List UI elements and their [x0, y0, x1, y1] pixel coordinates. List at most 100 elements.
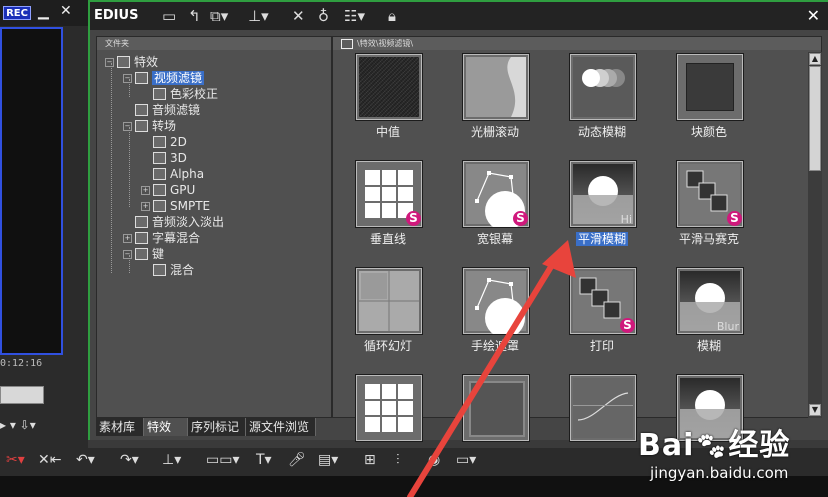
- new-folder-icon[interactable]: ▭: [162, 7, 176, 25]
- tab[interactable]: 序列标记: [188, 418, 246, 436]
- folder-icon: [135, 119, 148, 132]
- tree-item[interactable]: + SMPTE: [141, 198, 210, 214]
- watermark-brand-cn: 经验: [728, 428, 791, 463]
- folder-icon: [153, 263, 166, 276]
- close-icon[interactable]: ✕: [60, 3, 72, 19]
- render-icon[interactable]: ▤▾: [318, 452, 338, 468]
- tree-item-label: 色彩校正: [170, 87, 219, 101]
- tab[interactable]: 源文件浏览: [246, 418, 316, 436]
- watermark-url: jingyan.baidu.com: [650, 464, 789, 482]
- effect-thumbnail[interactable]: Hi: [569, 160, 637, 228]
- cut-icon[interactable]: ✂▾: [6, 452, 25, 468]
- effect-label[interactable]: 动态模糊: [547, 123, 657, 140]
- player-controls-icon[interactable]: ▸ ▾ ⇩▾: [0, 418, 36, 432]
- tree-item-label: GPU: [170, 183, 196, 197]
- folder-icon: [153, 183, 166, 196]
- undo-icon[interactable]: ↶▾: [76, 452, 95, 468]
- tree-item-label: SMPTE: [170, 199, 211, 213]
- tree-item[interactable]: + 字幕混合: [123, 230, 200, 246]
- timecode-display: 0:12:16: [0, 358, 43, 369]
- gpu-badge-icon: S: [406, 211, 421, 226]
- player-monitor[interactable]: [0, 27, 63, 355]
- minimize-icon[interactable]: ▁: [38, 4, 49, 20]
- shuttle-slider[interactable]: [0, 386, 44, 404]
- scroll-up-icon[interactable]: ▲: [809, 53, 821, 65]
- collapse-icon[interactable]: −: [123, 122, 132, 131]
- effect-label[interactable]: 光栅滚动: [440, 123, 550, 140]
- lock-icon[interactable]: 🔒︎: [388, 7, 396, 25]
- folder-icon: [341, 39, 353, 49]
- tree-item-label: 2D: [170, 135, 187, 149]
- tree-item[interactable]: 音频淡入淡出: [123, 214, 224, 230]
- add-to-timeline-icon[interactable]: ⊥▾: [248, 7, 269, 25]
- tab[interactable]: 素材库: [96, 418, 144, 436]
- effect-thumbnail[interactable]: [355, 53, 423, 121]
- effect-label[interactable]: 中值: [333, 123, 443, 140]
- tree-item[interactable]: 音频滤镜: [123, 102, 200, 118]
- effect-thumbnail[interactable]: S: [355, 160, 423, 228]
- baidu-watermark: Bai🐾︎经验 jingyan.baidu.com: [638, 420, 790, 482]
- effects-path: \特效\视频滤镜\: [357, 39, 414, 48]
- tree-item-label: 混合: [170, 263, 195, 277]
- scroll-down-icon[interactable]: ▼: [809, 404, 821, 416]
- folder-icon: [153, 87, 166, 100]
- tree-item[interactable]: 色彩校正: [141, 86, 218, 102]
- effect-thumbnail[interactable]: S: [462, 160, 530, 228]
- insert-mode-icon[interactable]: ⊥▾: [162, 452, 181, 468]
- close-icon[interactable]: ✕: [807, 6, 820, 25]
- scroll-thumb[interactable]: [809, 66, 821, 171]
- sequence-icon[interactable]: ⊞: [364, 452, 376, 468]
- tree-item[interactable]: − 键: [123, 246, 164, 262]
- tab[interactable]: 特效: [144, 418, 188, 436]
- redo-icon[interactable]: ↷▾: [120, 452, 139, 468]
- up-folder-icon[interactable]: ↰: [188, 7, 201, 25]
- tree-item-label: 视频滤镜: [152, 71, 205, 85]
- effect-label[interactable]: 块颜色: [654, 123, 764, 140]
- folder-icon: [153, 167, 166, 180]
- effects-scrollbar[interactable]: ▲ ▼: [808, 52, 822, 418]
- expand-icon[interactable]: +: [141, 202, 150, 211]
- effect-label[interactable]: 模糊: [654, 337, 764, 354]
- view-mode-icon[interactable]: ⧉▾: [210, 7, 228, 25]
- effect-thumbnail[interactable]: Blur: [676, 267, 744, 335]
- ripple-icon[interactable]: ▭▭▾: [206, 452, 239, 468]
- rec-indicator: REC: [3, 6, 31, 20]
- mixer-icon[interactable]: ⫶: [396, 452, 400, 468]
- title-icon[interactable]: T▾: [256, 452, 272, 468]
- effect-label-text: 动态模糊: [577, 125, 626, 139]
- effect-label-text: 模糊: [696, 339, 721, 353]
- collapse-icon[interactable]: −: [105, 58, 114, 67]
- tree-item-label: 转场: [152, 119, 177, 133]
- folder-icon: [135, 247, 148, 260]
- effect-thumbnail[interactable]: [569, 53, 637, 121]
- effect-label[interactable]: 平滑马赛克: [654, 230, 764, 247]
- tree-item[interactable]: + GPU: [141, 182, 195, 198]
- expand-icon[interactable]: +: [141, 186, 150, 195]
- tree-item[interactable]: − 特效: [105, 54, 158, 70]
- tree-item[interactable]: Alpha: [141, 166, 204, 182]
- player-panel: REC ▁ ✕ 0:12:16 ▸ ▾ ⇩▾: [0, 0, 88, 497]
- effect-thumbnail[interactable]: [462, 53, 530, 121]
- delete-gap-icon[interactable]: ✕⇤: [38, 452, 61, 468]
- microphone-icon[interactable]: 🎤︎: [288, 452, 306, 468]
- effect-thumbnail[interactable]: S: [676, 160, 744, 228]
- paw-icon: 🐾︎: [694, 432, 729, 462]
- tree-item[interactable]: 混合: [141, 262, 194, 278]
- list-view-icon[interactable]: ☷▾: [344, 7, 365, 25]
- tree-item[interactable]: − 视频滤镜: [123, 70, 205, 86]
- arrow-shaft: [407, 249, 563, 497]
- tree-line: [129, 127, 130, 207]
- properties-icon[interactable]: ♁: [318, 7, 329, 25]
- collapse-icon[interactable]: −: [123, 74, 132, 83]
- tree-line: [111, 63, 112, 273]
- gpu-badge-icon: S: [727, 211, 742, 226]
- collapse-icon[interactable]: −: [123, 250, 132, 259]
- bin-toolbar: EDIUS ▭ ↰ ⧉▾ ⊥▾ ✕ ♁ ☷▾ 🔒︎ ✕: [90, 2, 828, 30]
- tree-item[interactable]: 3D: [141, 150, 187, 166]
- effect-thumbnail[interactable]: [676, 53, 744, 121]
- tree-item[interactable]: − 转场: [123, 118, 176, 134]
- tree-item[interactable]: 2D: [141, 134, 187, 150]
- effect-label-text: 中值: [375, 125, 400, 139]
- expand-icon[interactable]: +: [123, 234, 132, 243]
- delete-icon[interactable]: ✕: [292, 7, 305, 25]
